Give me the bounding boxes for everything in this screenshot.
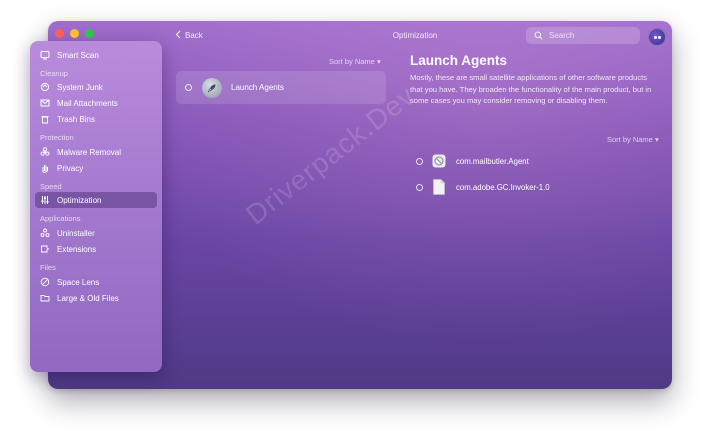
select-radio[interactable]	[416, 157, 423, 165]
sidebar-item-mail-attachments[interactable]: Mail Attachments	[35, 95, 157, 111]
uninstaller-icon	[40, 228, 50, 238]
sidebar-item-label: Trash Bins	[57, 114, 95, 124]
sidebar: Smart Scan Cleanup System Junk Mail Atta…	[30, 41, 162, 372]
window-title: Optimization	[392, 31, 438, 40]
sidebar-item-optimization[interactable]: Optimization	[35, 192, 157, 208]
sort-label: Sort by Name	[329, 57, 375, 66]
sidebar-section-speed: Speed	[40, 182, 62, 191]
sort-label: Sort by Name	[607, 135, 653, 144]
select-radio[interactable]	[416, 183, 423, 191]
search-icon	[534, 31, 543, 40]
document-icon	[432, 179, 446, 195]
trash-icon	[40, 114, 50, 124]
agent-row-mailbutler[interactable]: com.mailbutler.Agent	[416, 152, 529, 170]
smart-scan-icon	[40, 50, 50, 60]
window-controls	[55, 29, 94, 38]
search-input[interactable]	[549, 31, 629, 40]
sidebar-item-label: Smart Scan	[57, 50, 99, 60]
system-junk-icon	[40, 82, 50, 92]
dot-icon	[657, 35, 661, 39]
sidebar-item-large-old-files[interactable]: Large & Old Files	[35, 290, 157, 306]
chevron-down-icon: ▾	[654, 135, 659, 144]
sidebar-item-uninstaller[interactable]: Uninstaller	[35, 225, 157, 241]
sidebar-item-label: Space Lens	[57, 277, 100, 287]
chevron-down-icon: ▾	[376, 57, 381, 66]
sidebar-item-extensions[interactable]: Extensions	[35, 241, 157, 257]
extensions-icon	[40, 244, 50, 254]
zoom-window-button[interactable]	[85, 29, 94, 38]
agent-label: com.adobe.GC.Invoker-1.0	[456, 182, 550, 192]
sidebar-item-privacy[interactable]: Privacy	[35, 160, 157, 176]
sort-by-name-dropdown-agents[interactable]: Sort by Name ▾	[607, 135, 659, 144]
sidebar-item-label: Extensions	[57, 244, 97, 254]
sidebar-item-label: Large & Old Files	[57, 293, 119, 303]
sidebar-section-protection: Protection	[40, 133, 74, 142]
sidebar-item-label: Malware Removal	[57, 147, 122, 157]
agent-label: com.mailbutler.Agent	[456, 156, 529, 166]
sidebar-item-label: Privacy	[57, 163, 84, 173]
biohazard-icon	[40, 147, 50, 157]
page-description: Mostly, these are small satellite applic…	[410, 73, 652, 105]
page-title: Launch Agents	[410, 53, 508, 68]
sidebar-item-system-junk[interactable]: System Junk	[35, 79, 157, 95]
assistant-avatar-button[interactable]	[648, 28, 666, 46]
sidebar-section-files: Files	[40, 263, 56, 272]
chevron-left-icon	[175, 30, 181, 41]
sidebar-item-label: System Junk	[57, 82, 103, 92]
rocket-icon	[202, 77, 222, 98]
sidebar-section-cleanup: Cleanup	[40, 69, 68, 78]
sidebar-item-label: Optimization	[57, 195, 102, 205]
disabled-app-icon	[432, 153, 446, 169]
sidebar-item-label: Mail Attachments	[57, 98, 118, 108]
sort-by-name-dropdown[interactable]: Sort by Name ▾	[329, 57, 381, 66]
sidebar-section-applications: Applications	[40, 214, 81, 223]
select-radio[interactable]	[185, 84, 192, 91]
sliders-icon	[40, 195, 50, 205]
hand-icon	[40, 163, 50, 173]
sidebar-item-malware-removal[interactable]: Malware Removal	[35, 144, 157, 160]
list-item-launch-agents[interactable]: Launch Agents	[176, 71, 386, 104]
space-lens-icon	[40, 277, 50, 287]
list-item-label: Launch Agents	[231, 83, 284, 92]
mail-icon	[40, 98, 50, 108]
sidebar-item-smart-scan[interactable]: Smart Scan	[35, 47, 157, 63]
dot-icon	[653, 35, 657, 39]
close-window-button[interactable]	[55, 29, 64, 38]
back-label: Back	[185, 31, 203, 40]
sidebar-item-label: Uninstaller	[57, 228, 95, 238]
agent-row-adobe[interactable]: com.adobe.GC.Invoker-1.0	[416, 178, 550, 196]
sidebar-item-space-lens[interactable]: Space Lens	[35, 274, 157, 290]
minimize-window-button[interactable]	[70, 29, 79, 38]
search-box[interactable]	[526, 27, 640, 44]
folder-icon	[40, 293, 50, 303]
back-button[interactable]: Back	[175, 30, 203, 41]
sidebar-item-trash-bins[interactable]: Trash Bins	[35, 111, 157, 127]
